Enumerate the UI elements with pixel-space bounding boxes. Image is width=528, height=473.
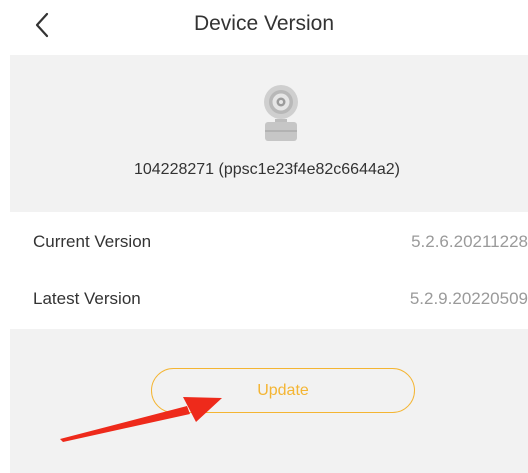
camera-icon xyxy=(264,85,298,141)
device-id: 104228271 (ppsc1e23f4e82c6644a2) xyxy=(133,161,400,178)
latest-version-row: Latest Version 5.2.9.20220509 xyxy=(10,271,528,327)
header-bar: Device Version xyxy=(0,0,528,50)
current-version-row: Current Version 5.2.6.20211228 xyxy=(10,214,528,270)
latest-version-label: Latest Version xyxy=(33,289,141,308)
update-button[interactable]: Update xyxy=(151,368,415,413)
current-version-value: 5.2.6.20211228 xyxy=(411,232,528,251)
page-title: Device Version xyxy=(193,12,335,35)
current-version-label: Current Version xyxy=(33,232,152,251)
device-card: 104228271 (ppsc1e23f4e82c6644a2) xyxy=(10,55,528,212)
update-section: Update xyxy=(10,329,528,473)
latest-version-value: 5.2.9.20220509 xyxy=(409,289,528,308)
